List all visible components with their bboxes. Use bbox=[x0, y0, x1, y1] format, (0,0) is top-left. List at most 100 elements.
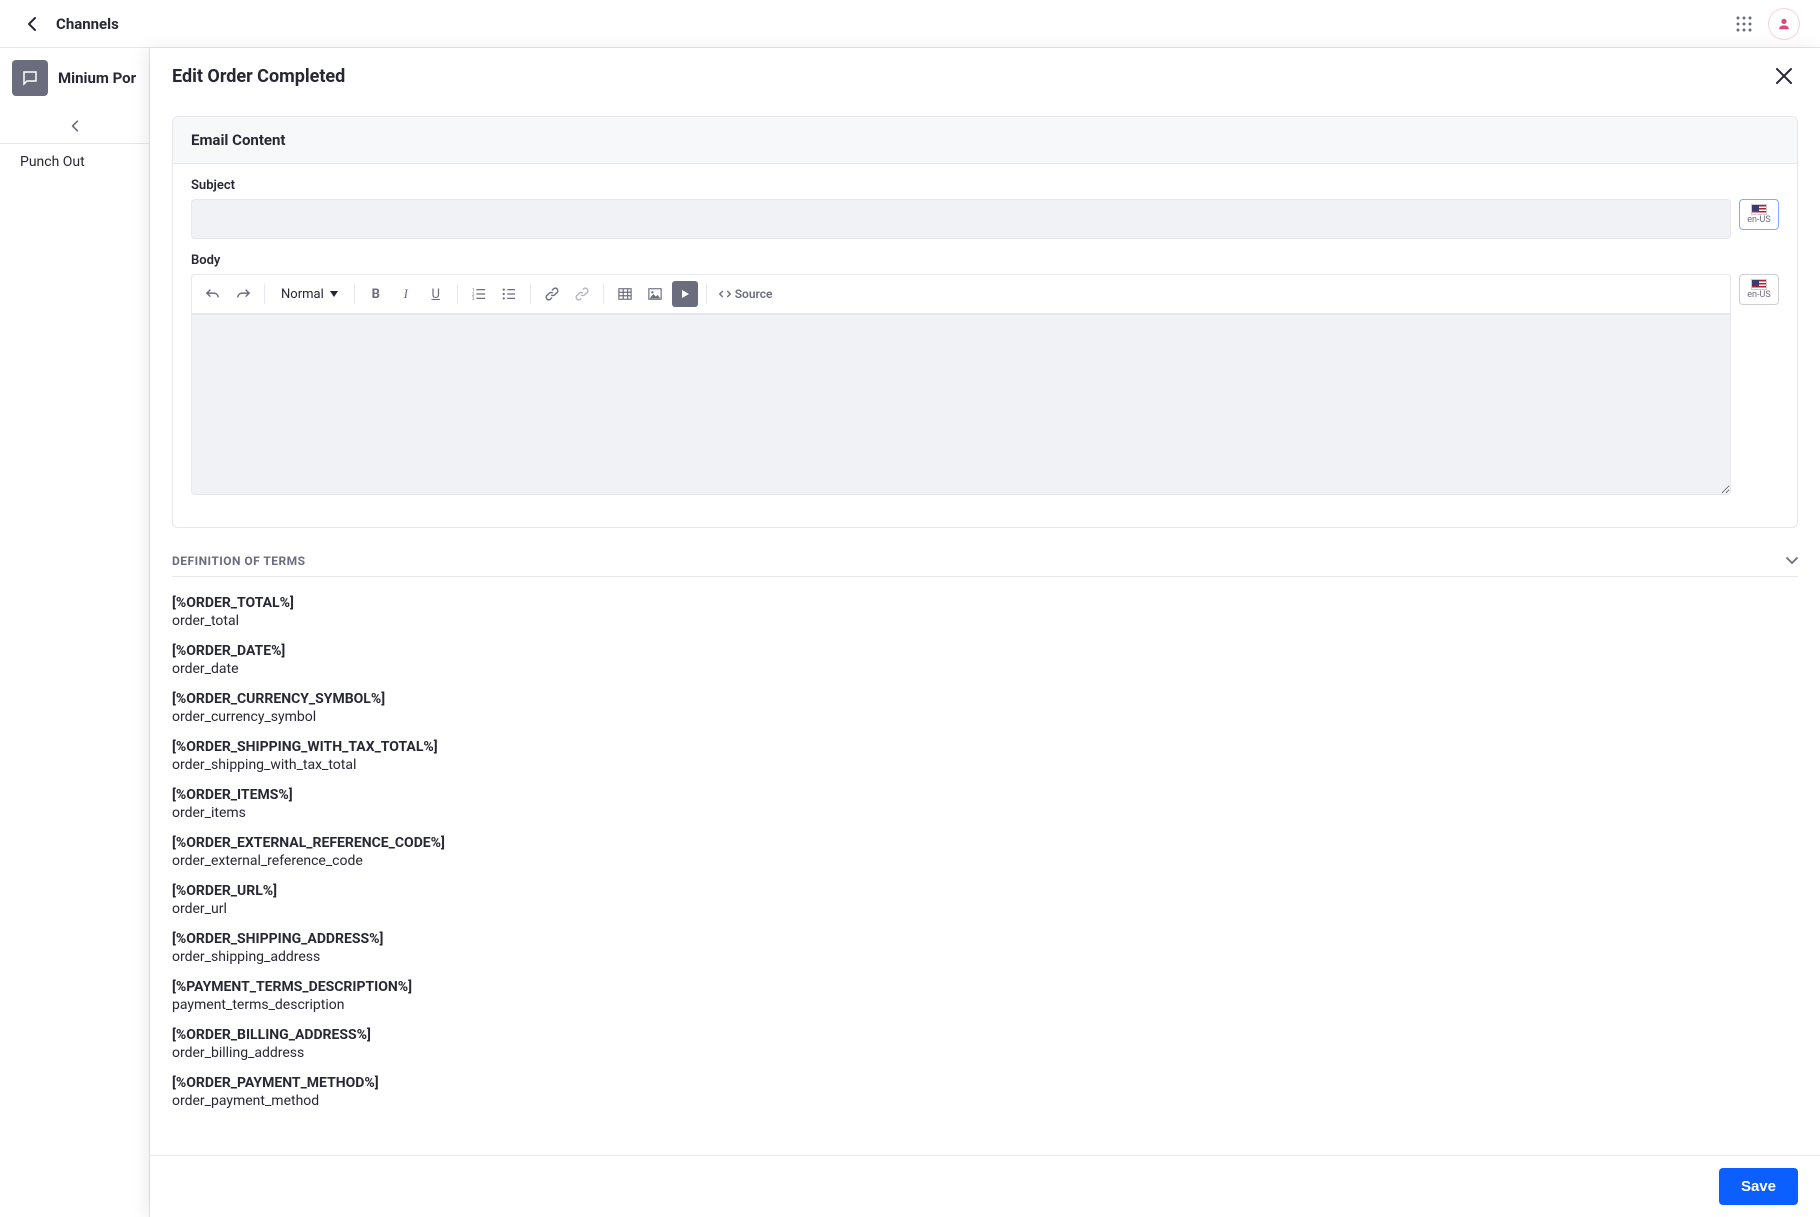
body-label: Body bbox=[191, 253, 1779, 268]
save-button[interactable]: Save bbox=[1719, 1168, 1798, 1205]
term-key: [%ORDER_DATE%] bbox=[172, 643, 1798, 659]
redo-icon bbox=[236, 287, 250, 301]
editor-toolbar: Normal B I U 123 bbox=[192, 275, 1730, 314]
term-item: [%ORDER_ITEMS%] order_items bbox=[172, 787, 1798, 821]
term-item: [%ORDER_CURRENCY_SYMBOL%] order_currency_… bbox=[172, 691, 1798, 725]
term-key: [%ORDER_URL%] bbox=[172, 883, 1798, 899]
term-value: order_external_reference_code bbox=[172, 853, 1798, 869]
table-button[interactable] bbox=[612, 281, 638, 307]
caret-down-icon bbox=[330, 291, 338, 297]
terms-list: [%ORDER_TOTAL%] order_total [%ORDER_DATE%]… bbox=[172, 577, 1798, 1143]
topbar: Channels bbox=[0, 0, 1820, 48]
underline-button[interactable]: U bbox=[423, 281, 449, 307]
undo-button[interactable] bbox=[200, 281, 226, 307]
portal-icon bbox=[12, 60, 48, 96]
locale-selector-body[interactable]: en-US bbox=[1739, 274, 1779, 305]
source-label: Source bbox=[735, 287, 773, 301]
panel-footer: Save bbox=[150, 1155, 1820, 1217]
portal-name: Minium Por bbox=[58, 69, 136, 87]
edit-panel: Edit Order Completed Email Content Subje… bbox=[150, 48, 1820, 1217]
locale-label: en-US bbox=[1747, 215, 1770, 225]
term-key: [%ORDER_SHIPPING_WITH_TAX_TOTAL%] bbox=[172, 739, 1798, 755]
term-key: [%ORDER_PAYMENT_METHOD%] bbox=[172, 1075, 1798, 1091]
locale-label: en-US bbox=[1747, 290, 1770, 300]
sidebar-item-punchout[interactable]: Punch Out bbox=[0, 144, 149, 180]
us-flag-icon bbox=[1751, 204, 1767, 215]
chevron-left-icon bbox=[71, 120, 79, 132]
code-icon bbox=[719, 288, 731, 300]
image-button[interactable] bbox=[642, 281, 668, 307]
term-value: order_date bbox=[172, 661, 1798, 677]
redo-button[interactable] bbox=[230, 281, 256, 307]
unordered-list-button[interactable] bbox=[496, 281, 522, 307]
style-select-label: Normal bbox=[281, 287, 324, 302]
rich-text-editor: Normal B I U 123 bbox=[191, 274, 1731, 495]
term-key: [%ORDER_TOTAL%] bbox=[172, 595, 1798, 611]
play-icon bbox=[679, 288, 691, 300]
ordered-list-button[interactable]: 123 bbox=[466, 281, 492, 307]
chevron-down-icon bbox=[1786, 557, 1798, 565]
term-key: [%ORDER_SHIPPING_ADDRESS%] bbox=[172, 931, 1798, 947]
undo-icon bbox=[206, 287, 220, 301]
us-flag-icon bbox=[1751, 279, 1767, 290]
source-button[interactable]: Source bbox=[715, 281, 777, 307]
term-value: order_currency_symbol bbox=[172, 709, 1798, 725]
user-avatar-button[interactable] bbox=[1768, 8, 1800, 40]
term-key: [%PAYMENT_TERMS_DESCRIPTION%] bbox=[172, 979, 1798, 995]
apps-menu-button[interactable] bbox=[1728, 8, 1760, 40]
term-value: payment_terms_description bbox=[172, 997, 1798, 1013]
term-value: order_shipping_with_tax_total bbox=[172, 757, 1798, 773]
term-value: order_items bbox=[172, 805, 1798, 821]
bold-button[interactable]: B bbox=[363, 281, 389, 307]
term-item: [%ORDER_SHIPPING_WITH_TAX_TOTAL%] order_s… bbox=[172, 739, 1798, 773]
subject-input[interactable] bbox=[191, 199, 1731, 239]
term-item: [%ORDER_URL%] order_url bbox=[172, 883, 1798, 917]
term-item: [%ORDER_DATE%] order_date bbox=[172, 643, 1798, 677]
locale-selector-subject[interactable]: en-US bbox=[1739, 199, 1779, 230]
video-button[interactable] bbox=[672, 281, 698, 307]
term-key: [%ORDER_CURRENCY_SYMBOL%] bbox=[172, 691, 1798, 707]
term-item: [%ORDER_EXTERNAL_REFERENCE_CODE%] order_e… bbox=[172, 835, 1798, 869]
term-key: [%ORDER_ITEMS%] bbox=[172, 787, 1798, 803]
term-item: [%ORDER_BILLING_ADDRESS%]order_billing_a… bbox=[172, 1027, 1798, 1061]
table-icon bbox=[618, 287, 632, 301]
term-value: order_url bbox=[172, 901, 1798, 917]
page-title: Channels bbox=[56, 15, 119, 33]
chevron-left-icon bbox=[27, 17, 37, 31]
panel-header: Edit Order Completed bbox=[150, 48, 1820, 104]
term-item: [%ORDER_TOTAL%] order_total bbox=[172, 595, 1798, 629]
ol-icon: 123 bbox=[472, 287, 486, 301]
unlink-icon bbox=[575, 287, 589, 301]
term-value: order_payment_method bbox=[172, 1093, 1798, 1109]
term-item: [%ORDER_PAYMENT_METHOD%] order_payment_me… bbox=[172, 1075, 1798, 1109]
terms-section-title: Definition of Terms bbox=[172, 554, 306, 568]
sidebar: Minium Por Punch Out bbox=[0, 48, 150, 1217]
sidebar-back-button[interactable] bbox=[0, 108, 149, 144]
term-value: order_billing_address bbox=[172, 1045, 1798, 1061]
link-icon bbox=[545, 287, 559, 301]
back-button[interactable] bbox=[20, 12, 44, 36]
term-value: order_total bbox=[172, 613, 1798, 629]
email-content-card: Email Content Subject en-US Body bbox=[172, 116, 1798, 528]
chat-icon bbox=[21, 69, 39, 87]
term-item: [%ORDER_SHIPPING_ADDRESS%] order_shipping… bbox=[172, 931, 1798, 965]
email-content-header: Email Content bbox=[173, 117, 1797, 164]
svg-text:3: 3 bbox=[472, 297, 475, 301]
panel-title: Edit Order Completed bbox=[172, 66, 345, 87]
grid-icon bbox=[1736, 16, 1752, 32]
link-button[interactable] bbox=[539, 281, 565, 307]
body-editor-area[interactable] bbox=[192, 314, 1730, 494]
subject-label: Subject bbox=[191, 178, 1779, 193]
italic-button[interactable]: I bbox=[393, 281, 419, 307]
term-key: [%ORDER_EXTERNAL_REFERENCE_CODE%] bbox=[172, 835, 1798, 851]
paragraph-style-select[interactable]: Normal bbox=[273, 281, 346, 307]
definition-of-terms-toggle[interactable]: Definition of Terms bbox=[172, 546, 1798, 577]
term-item: [%PAYMENT_TERMS_DESCRIPTION%] payment_ter… bbox=[172, 979, 1798, 1013]
image-icon bbox=[648, 287, 662, 301]
ul-icon bbox=[502, 287, 516, 301]
close-icon bbox=[1775, 67, 1793, 85]
close-button[interactable] bbox=[1770, 62, 1798, 90]
unlink-button[interactable] bbox=[569, 281, 595, 307]
user-icon bbox=[1777, 17, 1791, 31]
term-value: order_shipping_address bbox=[172, 949, 1798, 965]
